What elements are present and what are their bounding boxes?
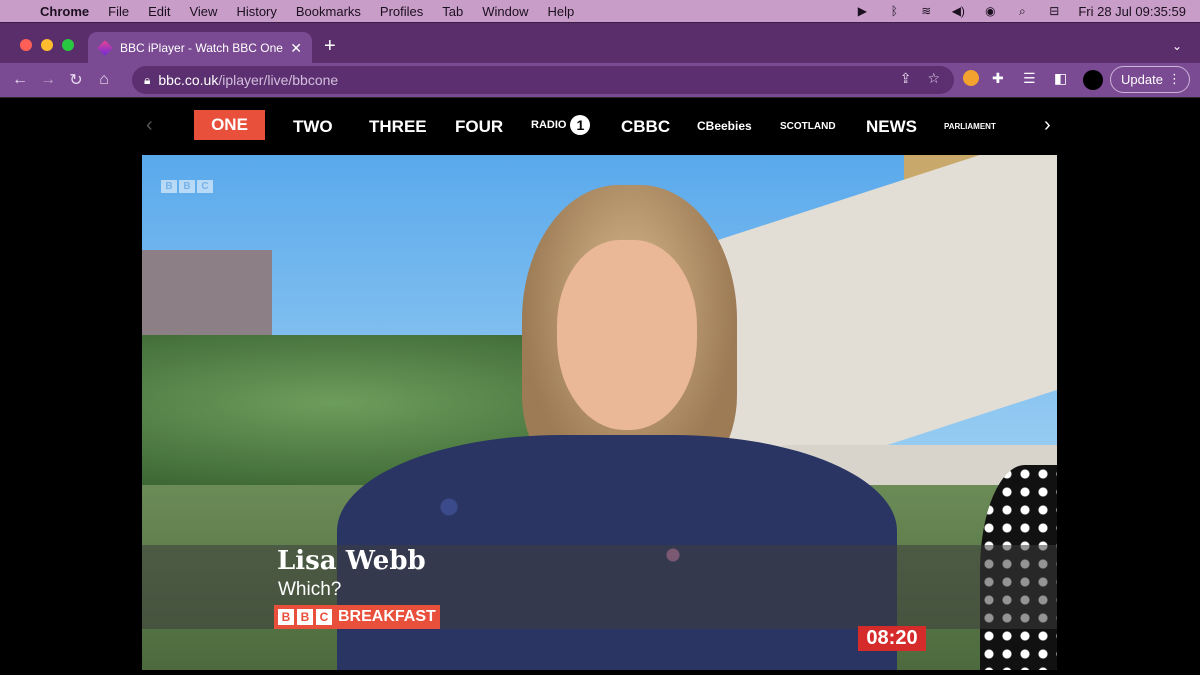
bookmark-star-icon[interactable]: ☆ xyxy=(927,70,940,87)
menu-help[interactable]: Help xyxy=(548,4,575,19)
wifi-off-icon[interactable]: ≋ xyxy=(918,4,934,18)
channel-navigation: ‹ ONE TWO THREE FOUR RADIO 1 CBBC CBeebi… xyxy=(0,97,1200,155)
macos-menu-bar: Chrome File Edit View History Bookmarks … xyxy=(0,0,1200,22)
channel-two[interactable]: TWO xyxy=(293,117,333,137)
extensions-puzzle-icon[interactable]: ✚ xyxy=(992,70,1004,87)
window-controls xyxy=(20,39,74,51)
volume-icon[interactable]: ◀) xyxy=(950,4,966,18)
address-bar[interactable]: 🔒︎ bbc.co.uk /iplayer/live/bbcone ⇪ ☆ xyxy=(132,66,954,94)
spotlight-search-icon[interactable]: ⌕ xyxy=(1014,4,1030,18)
update-label: Update xyxy=(1121,72,1163,87)
bluetooth-icon[interactable]: ᛒ xyxy=(886,4,902,18)
channel-radio-1[interactable]: RADIO 1 xyxy=(531,115,591,135)
forward-arrow-icon[interactable]: → xyxy=(34,71,62,89)
channel-three[interactable]: THREE xyxy=(369,117,427,137)
extension-shield-icon[interactable] xyxy=(963,70,979,86)
menu-bar-clock[interactable]: Fri 28 Jul 09:35:59 xyxy=(1078,4,1186,19)
url-path: /iplayer/live/bbcone xyxy=(218,72,339,88)
lock-icon[interactable]: 🔒︎ xyxy=(144,73,150,88)
menu-profiles[interactable]: Profiles xyxy=(380,4,423,19)
channel-cbeebies[interactable]: CBeebies xyxy=(697,119,752,133)
radio-one-badge: 1 xyxy=(570,115,591,135)
browser-tab-strip: BBC iPlayer - Watch BBC One l ✕ + ⌄ xyxy=(0,22,1200,64)
new-tab-button[interactable]: + xyxy=(324,35,336,58)
browser-toolbar: ← → ↻ ⌂ 🔒︎ bbc.co.uk /iplayer/live/bbcon… xyxy=(0,63,1200,97)
back-arrow-icon[interactable]: ← xyxy=(6,71,34,89)
channel-news[interactable]: NEWS xyxy=(866,117,917,137)
iplayer-favicon-icon xyxy=(97,40,113,56)
maximize-window-button[interactable] xyxy=(62,39,74,51)
share-icon[interactable]: ⇪ xyxy=(900,70,912,87)
user-icon[interactable]: ◉ xyxy=(982,4,998,18)
channel-one[interactable]: ONE xyxy=(194,110,265,140)
tab-title: BBC iPlayer - Watch BBC One l xyxy=(120,41,285,55)
menu-tab[interactable]: Tab xyxy=(442,4,463,19)
home-icon[interactable]: ⌂ xyxy=(90,71,118,89)
play-status-icon[interactable]: ▶ xyxy=(854,4,870,18)
channel-cbbc[interactable]: CBBC xyxy=(621,117,670,137)
menu-bookmarks[interactable]: Bookmarks xyxy=(296,4,361,19)
menu-view[interactable]: View xyxy=(189,4,217,19)
caption-name: Lisa Webb xyxy=(277,546,426,576)
bbc-watermark: BBC xyxy=(161,180,213,193)
more-menu-icon[interactable]: ⋮ xyxy=(1168,71,1181,87)
update-button[interactable]: Update ⋮ xyxy=(1110,66,1190,93)
bbc-breakfast-logo: B B C BREAKFAST xyxy=(274,605,440,629)
profile-avatar[interactable] xyxy=(1083,70,1103,90)
url-host: bbc.co.uk xyxy=(158,72,219,88)
menu-chrome[interactable]: Chrome xyxy=(40,4,89,19)
caption-role: Which? xyxy=(278,579,342,600)
control-center-icon[interactable]: ⊟ xyxy=(1046,4,1062,18)
tab-search-chevron-icon[interactable]: ⌄ xyxy=(1172,39,1182,53)
live-video-player[interactable]: BBC Lisa Webb Which? B B C BREAKFAST 08:… xyxy=(142,155,1057,670)
close-window-button[interactable] xyxy=(20,39,32,51)
channel-scotland[interactable]: SCOTLAND xyxy=(780,121,836,132)
menu-file[interactable]: File xyxy=(108,4,129,19)
tab-bbc-iplayer[interactable]: BBC iPlayer - Watch BBC One l ✕ xyxy=(88,32,312,64)
channel-four[interactable]: FOUR xyxy=(455,117,503,137)
reading-list-icon[interactable]: ☰ xyxy=(1023,70,1036,87)
channel-parliament[interactable]: PARLIAMENT xyxy=(944,122,996,131)
side-panel-icon[interactable]: ◧ xyxy=(1054,70,1067,87)
channels-next-icon[interactable]: › xyxy=(1044,114,1051,137)
on-screen-clock: 08:20 xyxy=(858,626,926,651)
reload-icon[interactable]: ↻ xyxy=(62,70,90,90)
channels-prev-icon[interactable]: ‹ xyxy=(146,114,153,137)
menu-window[interactable]: Window xyxy=(482,4,528,19)
menu-history[interactable]: History xyxy=(236,4,276,19)
minimize-window-button[interactable] xyxy=(41,39,53,51)
menu-edit[interactable]: Edit xyxy=(148,4,170,19)
radio-word: RADIO xyxy=(531,119,567,131)
tab-close-icon[interactable]: ✕ xyxy=(290,40,302,57)
